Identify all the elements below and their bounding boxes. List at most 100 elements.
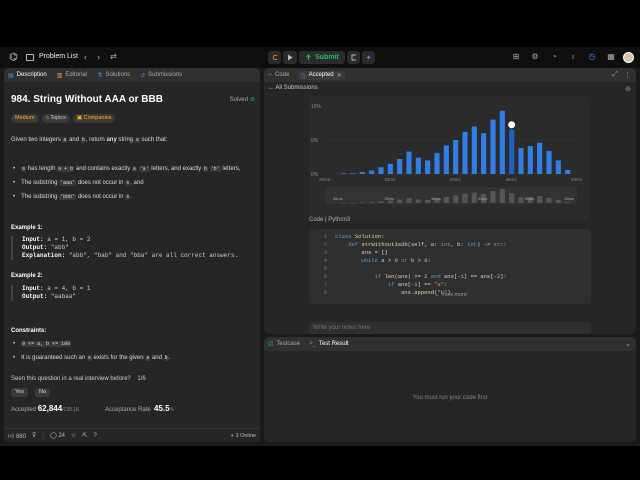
dislike-icon[interactable]: ⊽ <box>32 432 36 439</box>
chart-bar[interactable] <box>434 152 440 174</box>
left-tabs: ▤ Description ▥ Editorial ⚗ Solutions ↺ … <box>4 68 260 82</box>
chart-bar[interactable] <box>350 173 356 174</box>
mini-bar <box>509 193 515 203</box>
maximize-icon[interactable]: ⤢ <box>612 71 618 79</box>
terminal-icon: >_ <box>309 341 316 347</box>
text: and <box>151 355 162 361</box>
bullet-2: • The substring 'aaa' does not occur in s… <box>13 180 144 186</box>
chart-bar[interactable] <box>546 150 552 174</box>
example-2-title: Example 2: <box>11 273 43 279</box>
settings-icon[interactable]: ⚙ <box>530 52 540 62</box>
yes-button[interactable]: Yes <box>11 388 28 397</box>
close-icon[interactable]: ✕ <box>337 72 342 79</box>
value: a = 4, b = 1 <box>47 285 91 292</box>
chart-bar[interactable] <box>462 131 468 174</box>
ai-button[interactable]: ✦ <box>362 51 375 64</box>
mini-bar <box>378 201 384 203</box>
text: . <box>130 194 132 200</box>
value: a = 1, b = 2 <box>47 236 91 243</box>
example-1-box: Input: a = 1, b = 2 Output: "abb" Explan… <box>11 236 255 260</box>
chart-bar[interactable] <box>537 142 543 174</box>
text: does not occur in <box>77 180 124 186</box>
prev-problem-icon[interactable]: ‹ <box>84 52 87 62</box>
tab-testcase[interactable]: ☑ Testcase <box>268 341 300 348</box>
comments-button[interactable]: ◯ 24 <box>50 432 65 439</box>
streak-icon[interactable]: ♁ <box>568 52 578 62</box>
all-submissions-link[interactable]: ← All Submissions <box>268 85 318 91</box>
chart-bar[interactable] <box>406 151 412 174</box>
tab-submissions[interactable]: ↺ Submissions <box>140 72 182 79</box>
star-icon[interactable]: ☆ <box>71 432 76 439</box>
topics-tag[interactable]: ⌂ Topics <box>41 114 70 123</box>
chart-bar[interactable] <box>443 145 449 174</box>
tab-test-result[interactable]: >_ Test Result <box>309 341 349 347</box>
problem-list-icon[interactable] <box>26 54 34 61</box>
text: The substring <box>21 180 58 186</box>
chart-bar[interactable] <box>518 148 524 174</box>
share-link-icon[interactable]: ⊝ <box>625 85 631 93</box>
mini-bar <box>415 199 421 203</box>
chart-bar[interactable] <box>490 119 496 174</box>
inline-code: a <box>131 166 137 172</box>
premium-icon[interactable]: ▦ <box>606 52 616 62</box>
chart-bar[interactable] <box>565 169 571 174</box>
timer-icon[interactable]: ◷ <box>587 52 597 62</box>
submit-label: Submit <box>315 54 339 61</box>
acceptance-rate: Acceptance Rate 45.5% <box>105 404 174 413</box>
collapse-icon[interactable]: ⌄ <box>625 340 631 348</box>
chart-bar[interactable] <box>471 126 477 174</box>
description-panel: ▤ Description ▥ Editorial ⚗ Solutions ↺ … <box>4 68 260 442</box>
chart-bar[interactable] <box>387 163 393 174</box>
chart-bar[interactable] <box>481 133 487 174</box>
tab-accepted[interactable]: ◷ Accepted ✕ <box>297 70 345 80</box>
layout-icon[interactable]: ⊞ <box>511 52 521 62</box>
y-tick-label: 10% <box>311 104 322 110</box>
chart-bar[interactable] <box>555 160 561 174</box>
chart-bar[interactable] <box>341 173 347 174</box>
right-tabs: ‹› Code ◷ Accepted ✕ <box>264 68 636 82</box>
tab-editorial[interactable]: ▥ Editorial <box>57 72 87 79</box>
chart-bar[interactable] <box>499 110 505 174</box>
notes-input[interactable]: Write your notes here <box>309 322 591 334</box>
chart-bar[interactable] <box>397 159 403 174</box>
problem-list-link[interactable]: Problem List <box>39 53 78 60</box>
no-button[interactable]: No <box>35 388 51 397</box>
text: letters, and exactly <box>151 166 202 172</box>
like-button[interactable]: 👍︎ 880 <box>8 432 26 440</box>
chart-bar[interactable] <box>527 146 533 174</box>
help-icon[interactable]: ? <box>93 433 96 439</box>
shuffle-icon[interactable]: ⇄ <box>110 52 117 61</box>
submit-button[interactable]: Submit <box>299 51 345 64</box>
chart-bar[interactable] <box>453 140 459 174</box>
chart-bar[interactable] <box>369 170 375 174</box>
next-problem-icon[interactable]: › <box>97 52 100 62</box>
tab-code[interactable]: ‹› Code <box>268 72 289 78</box>
logo-icon[interactable]: ⌬ <box>9 52 19 63</box>
view-more-button[interactable]: ⌄ View more <box>435 291 467 299</box>
difficulty-badge[interactable]: Medium <box>11 114 39 123</box>
chart-bar[interactable] <box>425 160 431 174</box>
share-icon[interactable]: ⇱ <box>82 432 87 439</box>
submission-panel: ‹› Code ◷ Accepted ✕ ⤢ ⋮ ← All Submissio… <box>264 68 636 334</box>
notes-button[interactable] <box>347 51 360 64</box>
test-tabs: ☑ Testcase >_ Test Result <box>264 337 636 351</box>
avatar[interactable] <box>623 52 634 63</box>
companies-tag[interactable]: ▣ Companies <box>72 114 116 123</box>
mini-bar <box>518 197 524 203</box>
more-icon[interactable]: ⋮ <box>624 71 631 79</box>
tab-description[interactable]: ▤ Description <box>8 72 47 79</box>
chart-bar[interactable] <box>359 171 365 174</box>
chart-bar[interactable] <box>509 129 515 174</box>
chart-bar[interactable] <box>378 167 384 174</box>
value: "abb", "bab" and "bba" are all correct a… <box>68 252 239 259</box>
run-button[interactable] <box>283 51 297 64</box>
mini-x-label: 43ms <box>478 196 488 201</box>
chart-bar[interactable] <box>415 157 421 174</box>
label: Accepted <box>11 407 37 413</box>
text: Seen this question in a real interview b… <box>11 376 131 382</box>
tab-solutions[interactable]: ⚗ Solutions <box>97 72 130 79</box>
mini-bar <box>490 190 496 203</box>
notifications-icon[interactable]: ◔ <box>549 52 559 62</box>
debug-button[interactable] <box>268 51 281 64</box>
mini-bar <box>397 199 403 203</box>
